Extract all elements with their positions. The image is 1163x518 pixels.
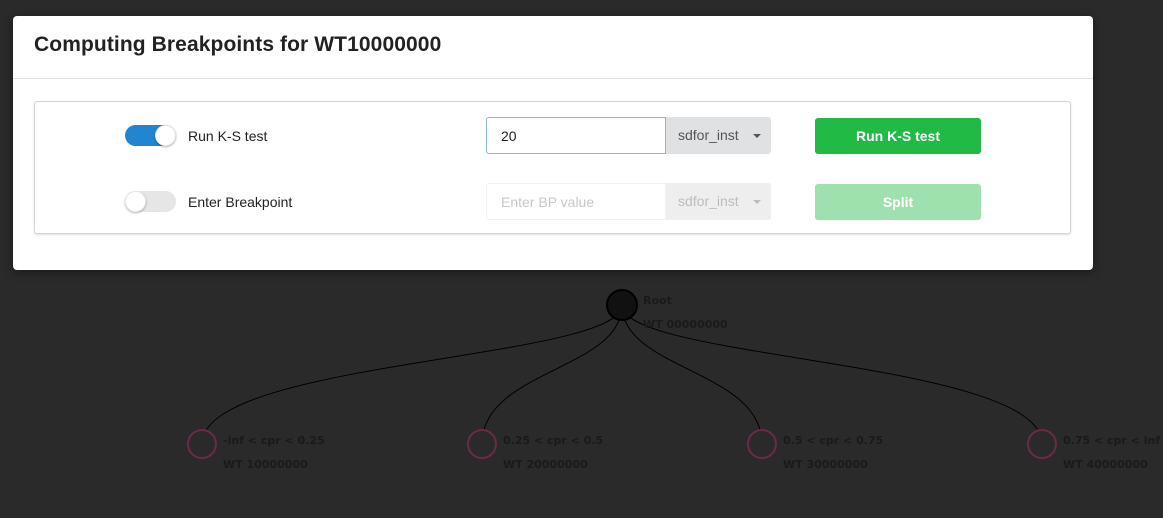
ks-test-value-input[interactable] (486, 117, 666, 154)
tree-link (201, 304, 623, 445)
breakpoint-variable-dropdown[interactable]: sdfor_inst (666, 183, 771, 220)
toggle-knob (125, 191, 146, 212)
breakpoint-row: Enter Breakpoint sdfor_inst Split (35, 182, 1070, 222)
node-name: -inf < cpr < 0.25 (223, 434, 325, 447)
tree-node-child[interactable]: -inf < cpr < 0.25 WT 10000000 (187, 429, 325, 471)
options-panel: Run K-S test sdfor_inst Run K-S test Ent… (34, 101, 1071, 234)
caret-down-icon (753, 134, 761, 138)
node-id: WT 20000000 (503, 458, 588, 471)
ks-test-toggle[interactable] (125, 125, 176, 146)
caret-down-icon (753, 200, 761, 204)
tree-node-child[interactable]: 0.5 < cpr < 0.75 WT 30000000 (747, 429, 883, 471)
split-button[interactable]: Split (815, 184, 981, 220)
ks-test-row: Run K-S test sdfor_inst Run K-S test (35, 116, 1070, 156)
node-id: WT 00000000 (643, 318, 728, 331)
tree-node-child[interactable]: 0.75 < cpr < inf WT 40000000 (1027, 429, 1160, 471)
breakpoint-value-input[interactable] (486, 183, 666, 220)
breakpoint-toggle-label: Enter Breakpoint (188, 194, 293, 210)
toggle-knob (155, 125, 176, 146)
node-name: 0.25 < cpr < 0.5 (503, 434, 603, 447)
dropdown-value: sdfor_inst (678, 193, 739, 209)
breakpoint-toggle[interactable] (125, 191, 176, 212)
run-ks-test-button[interactable]: Run K-S test (815, 118, 981, 154)
modal-header: Computing Breakpoints for WT10000000 (13, 16, 1093, 79)
node-id: WT 40000000 (1063, 458, 1148, 471)
node-id: WT 10000000 (223, 458, 308, 471)
node-name: 0.5 < cpr < 0.75 (783, 434, 883, 447)
node-name: Root (643, 294, 672, 307)
node-id: WT 30000000 (783, 458, 868, 471)
tree-node-root[interactable]: Root WT 00000000 (606, 289, 728, 331)
tree-link (481, 304, 623, 445)
ks-test-toggle-label: Run K-S test (188, 128, 268, 144)
tree-node-child[interactable]: 0.25 < cpr < 0.5 WT 20000000 (467, 429, 603, 471)
node-name: 0.75 < cpr < inf (1063, 434, 1160, 447)
dropdown-value: sdfor_inst (678, 127, 739, 143)
modal-title: Computing Breakpoints for WT10000000 (34, 33, 442, 56)
breakpoint-modal: Computing Breakpoints for WT10000000 Run… (13, 16, 1093, 270)
ks-test-variable-dropdown[interactable]: sdfor_inst (666, 117, 771, 154)
